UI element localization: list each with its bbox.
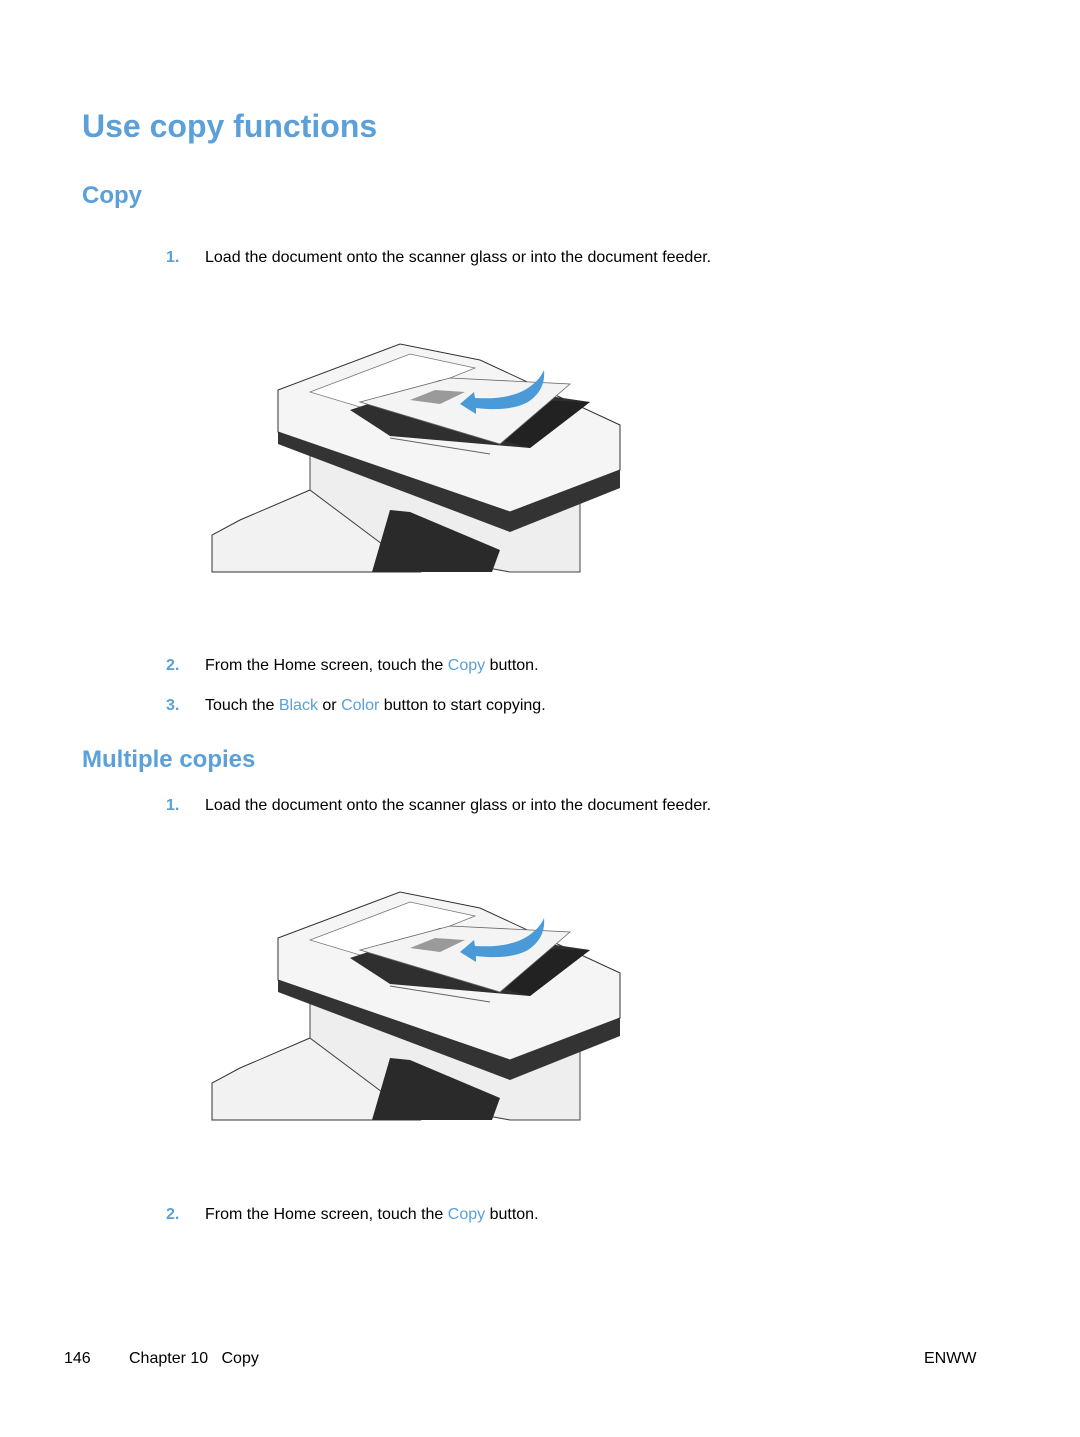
copy-step-3: 3. Touch the Black or Color button to sta… <box>166 696 546 716</box>
printer-illustration <box>211 343 621 573</box>
step-number: 3. <box>166 697 180 714</box>
chapter-label: Chapter 10 Copy <box>129 1350 259 1367</box>
step-text: Load the document onto the scanner glass… <box>205 797 712 814</box>
page-title: Use copy functions <box>82 108 378 144</box>
step-text-b: button. <box>485 1206 539 1223</box>
multiple-step-1: 1. Load the document onto the scanner gla… <box>166 796 711 816</box>
printer-feeder-illustration <box>211 343 621 573</box>
printer-illustration-2 <box>211 891 621 1121</box>
step-text-a: Touch the <box>205 697 279 714</box>
locale-code: ENWW <box>924 1350 977 1367</box>
step-number: 2. <box>166 1206 180 1223</box>
step-number: 2. <box>166 657 180 674</box>
copy-button-reference: Copy <box>447 657 486 674</box>
step-number: 1. <box>166 249 180 266</box>
color-button-reference: Color <box>341 697 380 714</box>
multiple-step-2: 2. From the Home screen, touch the Copy b… <box>166 1205 539 1225</box>
step-text-a: From the Home screen, touch the <box>205 1206 448 1223</box>
step-text-a: From the Home screen, touch the <box>205 657 448 674</box>
printer-feeder-illustration <box>211 891 621 1121</box>
step-text-b: or <box>317 697 342 714</box>
section-heading-multiple-copies: Multiple copies <box>82 746 256 773</box>
step-text-c: button to start copying. <box>379 697 546 714</box>
page-number: 146 <box>64 1350 91 1367</box>
black-button-reference: Black <box>278 697 318 714</box>
step-number: 1. <box>166 797 180 814</box>
section-heading-copy: Copy <box>82 182 142 209</box>
step-text: Load the document onto the scanner glass… <box>205 249 712 266</box>
copy-step-1: 1. Load the document onto the scanner gla… <box>166 248 711 268</box>
copy-step-2: 2. From the Home screen, touch the Copy b… <box>166 656 539 676</box>
copy-button-reference: Copy <box>447 1206 486 1223</box>
step-text-b: button. <box>485 657 539 674</box>
